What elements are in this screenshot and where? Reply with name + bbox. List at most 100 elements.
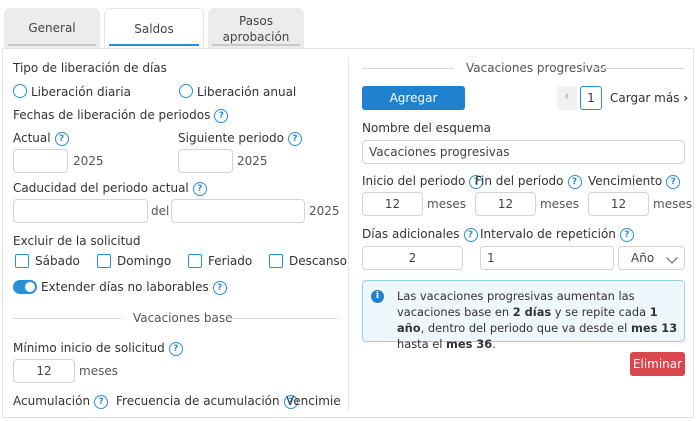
repeat-unit-value: Año xyxy=(631,251,655,265)
info-text-part: y se repite cada xyxy=(551,305,650,319)
freq-label: Frecuencia de acumulación? xyxy=(116,394,298,409)
help-icon[interactable]: ? xyxy=(287,131,302,146)
extend-label: Extender días no laborables xyxy=(41,280,209,294)
end-period-unit: meses xyxy=(540,197,579,211)
radio-daily-label: Liberación diaria xyxy=(31,85,131,99)
info-text-bold: mes 36 xyxy=(446,337,493,351)
start-period-input[interactable]: 12 xyxy=(362,192,423,216)
extra-days-input[interactable]: 2 xyxy=(362,246,463,270)
checkbox-sabado-label: Sábado xyxy=(35,254,80,268)
pager-prev-button[interactable]: ‹ xyxy=(557,86,577,110)
tab-general-label: General xyxy=(28,21,76,35)
chevron-down-icon xyxy=(666,252,678,264)
info-icon: i xyxy=(371,290,384,303)
accum-label: Acumulación? xyxy=(13,394,109,409)
radio-annual-circle[interactable] xyxy=(179,84,193,98)
checkbox-domingo[interactable]: Domingo xyxy=(97,254,171,268)
progressive-section-title: Vacaciones progresivas xyxy=(466,61,607,75)
column-divider xyxy=(348,58,349,410)
expiration-input[interactable]: 12 xyxy=(588,192,649,216)
repeat-unit-select[interactable]: Año xyxy=(618,246,685,270)
divider xyxy=(362,68,454,69)
next-year: 2025 xyxy=(237,154,268,168)
checkbox-descanso-label: Descanso xyxy=(289,254,348,268)
info-text: Las vacaciones progresivas aumentan las … xyxy=(397,288,682,352)
help-icon[interactable]: ? xyxy=(212,280,227,295)
end-period-input[interactable]: 12 xyxy=(475,192,536,216)
help-icon[interactable]: ? xyxy=(54,131,69,146)
checkbox-feriado-box[interactable] xyxy=(188,254,202,268)
checkbox-sabado-box[interactable] xyxy=(15,254,29,268)
tab-pasos-label-line2: aprobación xyxy=(222,30,290,44)
load-more-button[interactable]: Cargar más › xyxy=(610,86,688,110)
checkbox-feriado[interactable]: Feriado xyxy=(188,254,252,268)
help-icon[interactable]: ? xyxy=(567,174,582,189)
info-text-part: . xyxy=(492,337,496,351)
repeat-interval-input[interactable]: 1 xyxy=(480,246,614,270)
divider xyxy=(593,68,685,69)
help-icon[interactable]: ? xyxy=(463,227,478,242)
expiration-label: Vencimiento? xyxy=(588,174,681,189)
start-period-label-text: Inicio del periodo xyxy=(362,174,466,188)
info-box: i Las vacaciones progresivas aumentan la… xyxy=(362,280,685,351)
end-period-label-text: Fin del periodo xyxy=(475,174,564,188)
expiry-to-input[interactable] xyxy=(171,199,305,223)
tab-pasos-label-line1: Pasos xyxy=(239,14,273,28)
checkbox-sabado[interactable]: Sábado xyxy=(15,254,80,268)
load-more-label: Cargar más xyxy=(610,91,680,105)
help-icon[interactable]: ? xyxy=(192,181,207,196)
extra-days-label-text: Días adicionales xyxy=(362,227,460,241)
extend-toggle[interactable] xyxy=(13,280,37,294)
start-period-unit: meses xyxy=(427,197,466,211)
periods-title: Fechas de liberación de periodos? xyxy=(13,108,229,123)
end-period-label: Fin del periodo? xyxy=(475,174,582,189)
delete-scheme-button[interactable]: Eliminar xyxy=(630,352,685,376)
radio-daily-circle[interactable] xyxy=(13,84,27,98)
current-label-text: Actual xyxy=(13,131,51,145)
scheme-name-input[interactable]: Vacaciones progresivas xyxy=(362,140,685,164)
repeat-interval-label: Intervalo de repetición? xyxy=(480,227,634,242)
checkbox-descanso-box[interactable] xyxy=(269,254,283,268)
next-label-text: Siguiente periodo xyxy=(178,131,284,145)
radio-daily[interactable]: Liberación diaria xyxy=(13,84,131,99)
divider xyxy=(13,318,121,319)
expiration-unit: meses xyxy=(653,197,692,211)
accum-label-text: Acumulación xyxy=(13,394,91,408)
tab-bar: General Saldos Pasos aprobación xyxy=(4,8,304,48)
min-start-unit: meses xyxy=(79,364,118,378)
next-label: Siguiente periodo? xyxy=(178,131,302,146)
expiry-label-text: Caducidad del periodo actual xyxy=(13,181,189,195)
exclude-title: Excluir de la solicitud xyxy=(13,234,141,248)
min-start-label: Mínimo inicio de solicitud? xyxy=(13,341,183,356)
radio-annual[interactable]: Liberación anual xyxy=(179,84,296,99)
checkbox-domingo-box[interactable] xyxy=(97,254,111,268)
min-start-label-text: Mínimo inicio de solicitud xyxy=(13,341,165,355)
tab-pasos-aprobacion[interactable]: Pasos aprobación xyxy=(208,8,304,48)
current-date-input[interactable] xyxy=(13,149,68,173)
help-icon[interactable]: ? xyxy=(94,394,109,409)
help-icon[interactable]: ? xyxy=(666,174,681,189)
extend-toggle-row[interactable]: Extender días no laborables? xyxy=(13,280,227,295)
expiry-label: Caducidad del periodo actual? xyxy=(13,181,207,196)
help-icon[interactable]: ? xyxy=(214,108,229,123)
expiry-year: 2025 xyxy=(309,204,340,218)
start-period-label: Inicio del periodo? xyxy=(362,174,484,189)
tab-general[interactable]: General xyxy=(4,8,100,48)
help-icon[interactable]: ? xyxy=(168,341,183,356)
add-scheme-button[interactable]: Agregar esquema xyxy=(362,86,465,129)
info-text-bold: mes 13 xyxy=(630,321,678,335)
min-start-input[interactable]: 12 xyxy=(13,359,75,383)
current-label: Actual? xyxy=(13,131,69,146)
checkbox-domingo-label: Domingo xyxy=(117,254,172,268)
tab-saldos[interactable]: Saldos xyxy=(104,8,204,48)
current-year: 2025 xyxy=(73,154,104,168)
base-section-title: Vacaciones base xyxy=(133,311,233,325)
checkbox-descanso[interactable]: Descanso xyxy=(269,254,347,268)
tab-saldos-label: Saldos xyxy=(134,22,174,36)
liberation-type-title: Tipo de liberación de días xyxy=(13,61,167,75)
next-date-input[interactable] xyxy=(178,149,233,173)
scheme-name-label: Nombre del esquema xyxy=(362,121,491,135)
expiry-from-input[interactable] xyxy=(13,199,148,223)
help-icon[interactable]: ? xyxy=(619,227,634,242)
pager-page-number[interactable]: 1 xyxy=(580,86,602,110)
